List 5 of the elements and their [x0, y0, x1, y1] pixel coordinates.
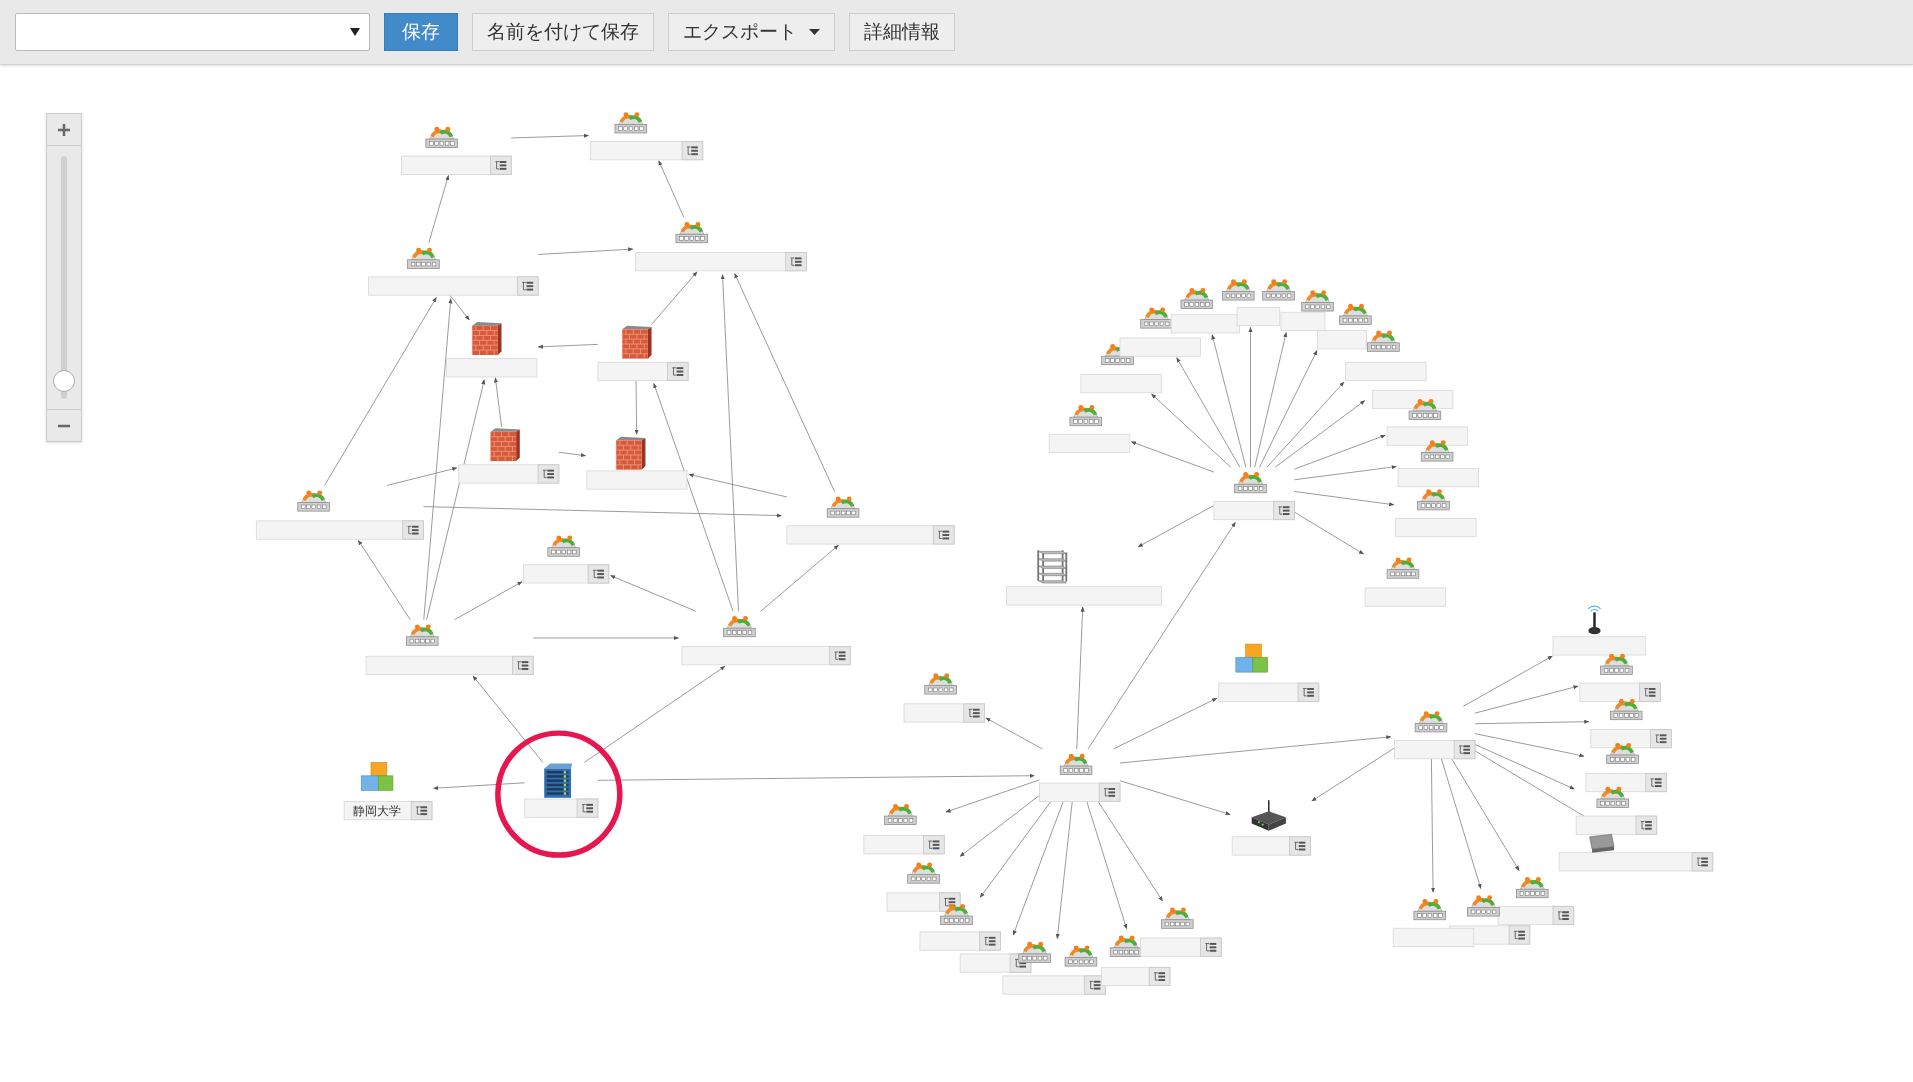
toolbar-button[interactable]: 詳細情報	[849, 13, 955, 51]
export-dropdown-button[interactable]: エクスポート	[668, 13, 835, 51]
save-button[interactable]: 保存	[384, 13, 458, 51]
node-label: 静岡大学	[353, 804, 402, 819]
toolbar-button[interactable]: 名前を付けて保存	[472, 13, 654, 51]
